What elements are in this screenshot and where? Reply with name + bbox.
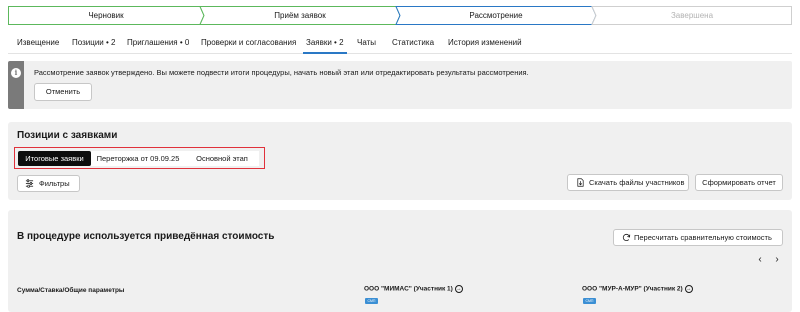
filters-button[interactable]: Фильтры bbox=[17, 175, 80, 192]
arrow-right-circle-icon: → bbox=[684, 285, 693, 293]
tab-bids[interactable]: Заявки • 2 bbox=[303, 32, 347, 54]
review-approved-alert: i Рассмотрение заявок утверждено. Вы мож… bbox=[8, 61, 792, 109]
recalculate-cost-button[interactable]: Пересчитать сравнительную стоимость bbox=[613, 229, 783, 246]
reduced-cost-panel: В процедуре используется приведённая сто… bbox=[8, 210, 792, 312]
participant-2-badge: СМП bbox=[583, 298, 596, 304]
segment-rebid[interactable]: Переторжка от 09.09.25 bbox=[91, 151, 185, 166]
tab-notice[interactable]: Извещение bbox=[17, 32, 59, 54]
step-review: Рассмотрение bbox=[469, 11, 523, 20]
step-draft: Черновик bbox=[88, 11, 124, 20]
tab-statistics[interactable]: Статистика bbox=[392, 32, 434, 54]
tab-history[interactable]: История изменений bbox=[448, 32, 522, 54]
info-icon: i bbox=[11, 68, 21, 78]
refresh-icon bbox=[622, 233, 631, 242]
positions-title: Позиции с заявками bbox=[17, 130, 118, 141]
sum-rate-params-label: Сумма/Ставка/Общие параметры bbox=[17, 287, 125, 294]
tab-positions[interactable]: Позиции • 2 bbox=[72, 32, 115, 54]
tab-bar: Извещение Позиции • 2 Приглашения • 0 Пр… bbox=[8, 32, 792, 54]
download-file-icon bbox=[577, 178, 584, 187]
step-accepting-bids: Приём заявок bbox=[274, 11, 326, 20]
tab-invitations[interactable]: Приглашения • 0 bbox=[127, 32, 189, 54]
filter-sliders-icon bbox=[25, 179, 34, 188]
generate-report-button[interactable]: Сформировать отчет bbox=[695, 174, 783, 191]
download-label: Скачать файлы участников bbox=[589, 178, 685, 187]
step-completed: Завершена bbox=[670, 11, 714, 20]
tab-checks[interactable]: Проверки и согласования bbox=[201, 32, 296, 54]
alert-side-bar: i bbox=[8, 61, 24, 109]
chevron-right-icon[interactable]: › bbox=[772, 255, 782, 265]
stage-segmented-control: Итоговые заявки Переторжка от 09.09.25 О… bbox=[14, 147, 265, 169]
arrow-right-circle-icon: → bbox=[454, 285, 463, 293]
chevron-left-icon[interactable]: ‹ bbox=[755, 255, 765, 265]
process-stepper: Черновик Приём заявок Рассмотрение Завер… bbox=[8, 6, 792, 25]
recalculate-label: Пересчитать сравнительную стоимость bbox=[634, 233, 772, 242]
tab-chats[interactable]: Чаты bbox=[357, 32, 376, 54]
participant-1-link[interactable]: ООО "МИМАС" (Участник 1) → bbox=[364, 285, 463, 293]
positions-panel: Позиции с заявками Итоговые заявки Перет… bbox=[8, 122, 792, 200]
participant-2-name: ООО "МУР-А-МУР" (Участник 2) bbox=[582, 285, 683, 293]
participant-1-name: ООО "МИМАС" (Участник 1) bbox=[364, 285, 453, 293]
segment-main-stage[interactable]: Основной этап bbox=[185, 151, 259, 166]
participant-2-link[interactable]: ООО "МУР-А-МУР" (Участник 2) → bbox=[582, 285, 693, 293]
segment-final-bids[interactable]: Итоговые заявки bbox=[18, 151, 91, 166]
participant-1-badge: СМП bbox=[365, 298, 378, 304]
alert-message: Рассмотрение заявок утверждено. Вы может… bbox=[34, 68, 529, 77]
cancel-button[interactable]: Отменить bbox=[34, 83, 92, 101]
download-participant-files-button[interactable]: Скачать файлы участников bbox=[567, 174, 689, 191]
filters-label: Фильтры bbox=[39, 179, 70, 188]
reduced-cost-title: В процедуре используется приведённая сто… bbox=[17, 231, 275, 242]
